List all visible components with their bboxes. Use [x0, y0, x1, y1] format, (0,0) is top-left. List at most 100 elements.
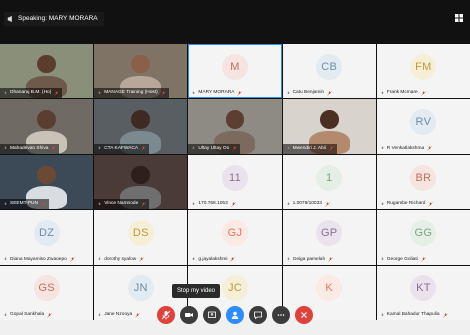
- participant-tile[interactable]: Vince Namnode: [94, 154, 188, 210]
- muted-icon: [427, 146, 432, 151]
- participant-tile[interactable]: CB Catu Benjamin: [282, 44, 376, 99]
- muted-icon: [41, 202, 46, 207]
- participant-head: [37, 165, 56, 185]
- mic-icon: [380, 91, 385, 96]
- share-screen-button[interactable]: [203, 306, 221, 324]
- participant-name: Dhanaraj B.M. (Ho): [10, 90, 52, 96]
- mic-off-icon: [161, 310, 171, 320]
- mic-icon: [286, 257, 291, 262]
- participant-tile[interactable]: FM Frank Mcmare: [376, 44, 470, 99]
- participant-tile[interactable]: RV R Venkatlakshma: [376, 99, 470, 154]
- participant-name: CTA KAFWACA: [104, 145, 139, 151]
- muted-icon: [325, 202, 330, 207]
- mic-icon: [286, 91, 291, 96]
- participant-nameplate: dorothy syalow: [94, 255, 147, 265]
- mic-icon: [380, 202, 385, 207]
- participant-tile[interactable]: Mwendiri J. Abii: [282, 99, 376, 154]
- participant-nameplate: Geiga pamelah: [283, 255, 337, 265]
- mic-icon: [191, 146, 196, 151]
- participant-head: [131, 110, 151, 129]
- avatar: 1: [316, 164, 343, 191]
- participants-button[interactable]: [226, 306, 244, 324]
- mic-icon: [286, 146, 291, 151]
- muted-icon: [141, 146, 146, 151]
- participant-nameplate: CTA KAFWACA: [94, 143, 150, 154]
- mic-icon: [3, 146, 8, 151]
- participant-head: [37, 54, 56, 74]
- avatar: CB: [316, 53, 343, 80]
- avatar: RV: [410, 109, 437, 136]
- participant-tile[interactable]: Ultay Ultay Oo: [188, 99, 282, 154]
- participant-nameplate: MARY MORARA: [188, 88, 245, 98]
- more-button[interactable]: [272, 306, 290, 324]
- speaking-label: Speaking: MARY MORARA: [18, 15, 98, 22]
- participant-nameplate: 170.768.1053: [188, 199, 238, 209]
- participant-tile[interactable]: GG George Goliati: [376, 210, 470, 265]
- participant-name: Mahadevan Shiva: [10, 145, 49, 151]
- participant-nameplate: Vince Namnode: [94, 199, 150, 210]
- participant-tile[interactable]: Mahadevan Shiva: [0, 99, 94, 154]
- participant-name: MARY MORARA: [198, 90, 235, 96]
- participant-nameplate: Mahadevan Shiva: [0, 143, 60, 154]
- muted-icon: [421, 257, 426, 262]
- mic-icon: [97, 257, 102, 262]
- muted-icon: [141, 202, 146, 207]
- participant-head: [319, 110, 339, 129]
- avatar: BR: [410, 164, 437, 191]
- participant-tile[interactable]: MANAGE Training (Host): [94, 44, 188, 99]
- avatar: DZ: [33, 220, 60, 247]
- participant-tile[interactable]: DS dorothy syalow: [94, 210, 188, 265]
- participant-nameplate: Ultay Ultay Oo: [188, 143, 241, 154]
- participant-nameplate: MANAGE Training (Host): [94, 88, 169, 99]
- participant-tile[interactable]: BR Rugambe Richard: [376, 154, 470, 210]
- mute-button[interactable]: [157, 306, 175, 324]
- participant-tile[interactable]: CTA KAFWACA: [94, 99, 188, 154]
- mic-icon: [97, 91, 102, 96]
- participant-nameplate: Rugambe Richard: [377, 199, 437, 209]
- gallery-view-icon[interactable]: [454, 10, 464, 22]
- end-call-button[interactable]: [295, 306, 313, 324]
- speaker-icon: [7, 15, 15, 23]
- speaking-indicator: Speaking: MARY MORARA: [4, 12, 104, 26]
- participant-tile[interactable]: 1 1.0079/10033: [282, 154, 376, 210]
- participant-nameplate: Dhanaraj B.M. (Ho): [0, 88, 63, 99]
- muted-icon: [51, 146, 57, 151]
- participant-head: [131, 54, 151, 74]
- participant-name: Diana Mayamiso Zwaoepo: [10, 256, 67, 262]
- participant-tile[interactable]: 11 170.768.1053: [188, 154, 282, 210]
- video-button[interactable]: [180, 306, 198, 324]
- participant-nameplate: R Venkatlakshma: [377, 144, 435, 154]
- chat-button[interactable]: [249, 306, 267, 324]
- video-tooltip: Stop my video: [172, 284, 221, 298]
- participant-name: Ultay Ultay Oo: [198, 145, 230, 151]
- mic-icon: [191, 91, 196, 96]
- participant-tile[interactable]: GP Geiga pamelah: [282, 210, 376, 265]
- muted-icon: [139, 257, 144, 262]
- avatar: KT: [410, 275, 437, 302]
- avatar: FM: [410, 53, 437, 80]
- avatar: DS: [127, 220, 154, 247]
- participant-name: MANAGE Training (Host): [104, 90, 158, 96]
- mic-icon: [97, 202, 102, 207]
- participant-nameplate: 1.0079/10033: [283, 199, 333, 209]
- participant-tile[interactable]: M MARY MORARA: [188, 44, 282, 99]
- avatar: K: [316, 275, 343, 302]
- muted-icon: [328, 257, 333, 262]
- participant-tile[interactable]: Dhanaraj B.M. (Ho): [0, 44, 94, 99]
- avatar: GG: [410, 220, 437, 247]
- participant-tile[interactable]: SEEMT-PUN: [0, 154, 94, 210]
- end-call-icon: [301, 312, 307, 318]
- participant-tile[interactable]: DZ Diana Mayamiso Zwaoepo: [0, 210, 94, 265]
- participant-tile[interactable]: GJ g.jayalakshmi: [188, 210, 282, 265]
- participant-nameplate: George Goliati: [377, 255, 429, 265]
- participant-name: 170.768.1053: [198, 201, 228, 207]
- muted-icon: [232, 146, 238, 151]
- muted-icon: [329, 146, 334, 151]
- avatar: JC: [221, 275, 248, 302]
- avatar: JN: [127, 275, 154, 302]
- participant-nameplate: g.jayalakshmi: [188, 255, 238, 265]
- participant-name: R Venkatlakshma: [386, 145, 425, 151]
- avatar: M: [221, 53, 248, 80]
- participant-head: [225, 110, 245, 129]
- participant-name: Mwendiri J. Abii: [292, 145, 326, 151]
